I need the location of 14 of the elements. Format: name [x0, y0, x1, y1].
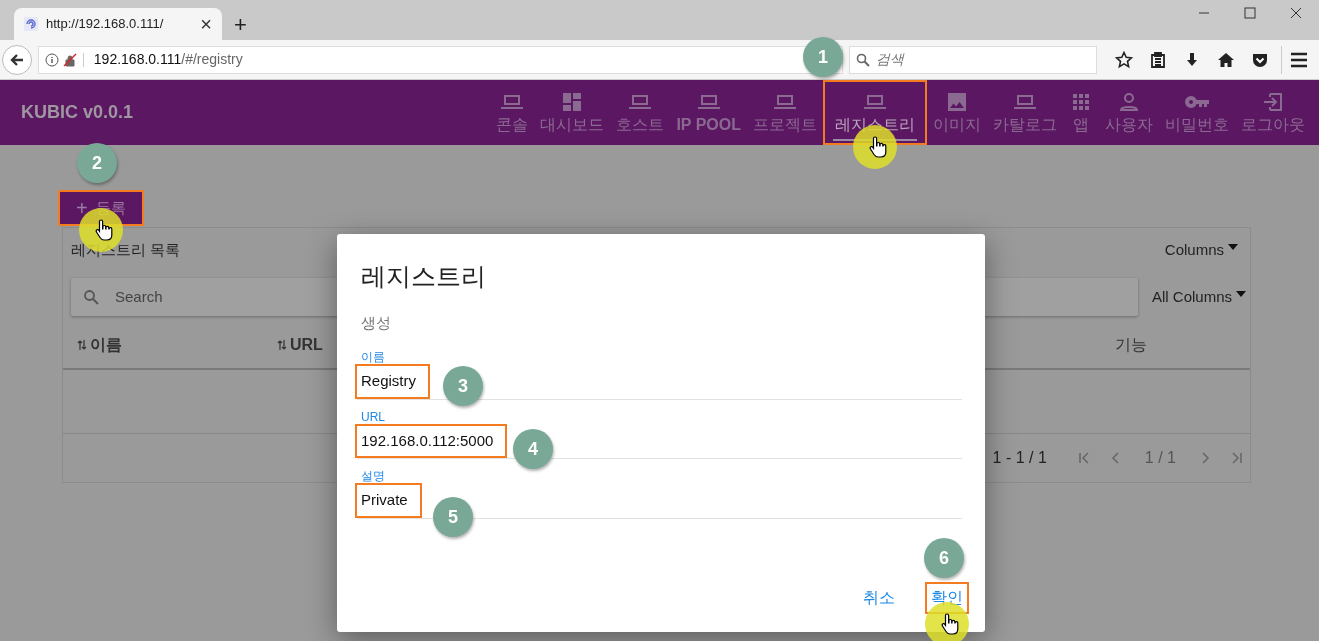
- card-title: 레지스트리 목록: [71, 239, 181, 260]
- tab-title: http://192.168.0.111/: [46, 15, 165, 34]
- page-indicator: 1 / 1: [1143, 448, 1177, 468]
- dialog-subtitle: 생성: [360, 312, 392, 333]
- step-number-badge: 2: [77, 143, 117, 183]
- url-text: 192.168.0.111/#/registry: [93, 50, 243, 69]
- field-label: 설명: [360, 469, 386, 483]
- page-range: 1 - 1 / 1: [992, 448, 1047, 468]
- field-label: URL: [360, 409, 386, 424]
- search-placeholder: 검색: [875, 50, 904, 69]
- dialog-title: 레지스트리: [360, 261, 487, 292]
- field-label: 이름: [360, 350, 386, 364]
- column-header: 기능: [1113, 335, 1147, 355]
- app-brand: KUBIC v0.0.1: [21, 101, 134, 124]
